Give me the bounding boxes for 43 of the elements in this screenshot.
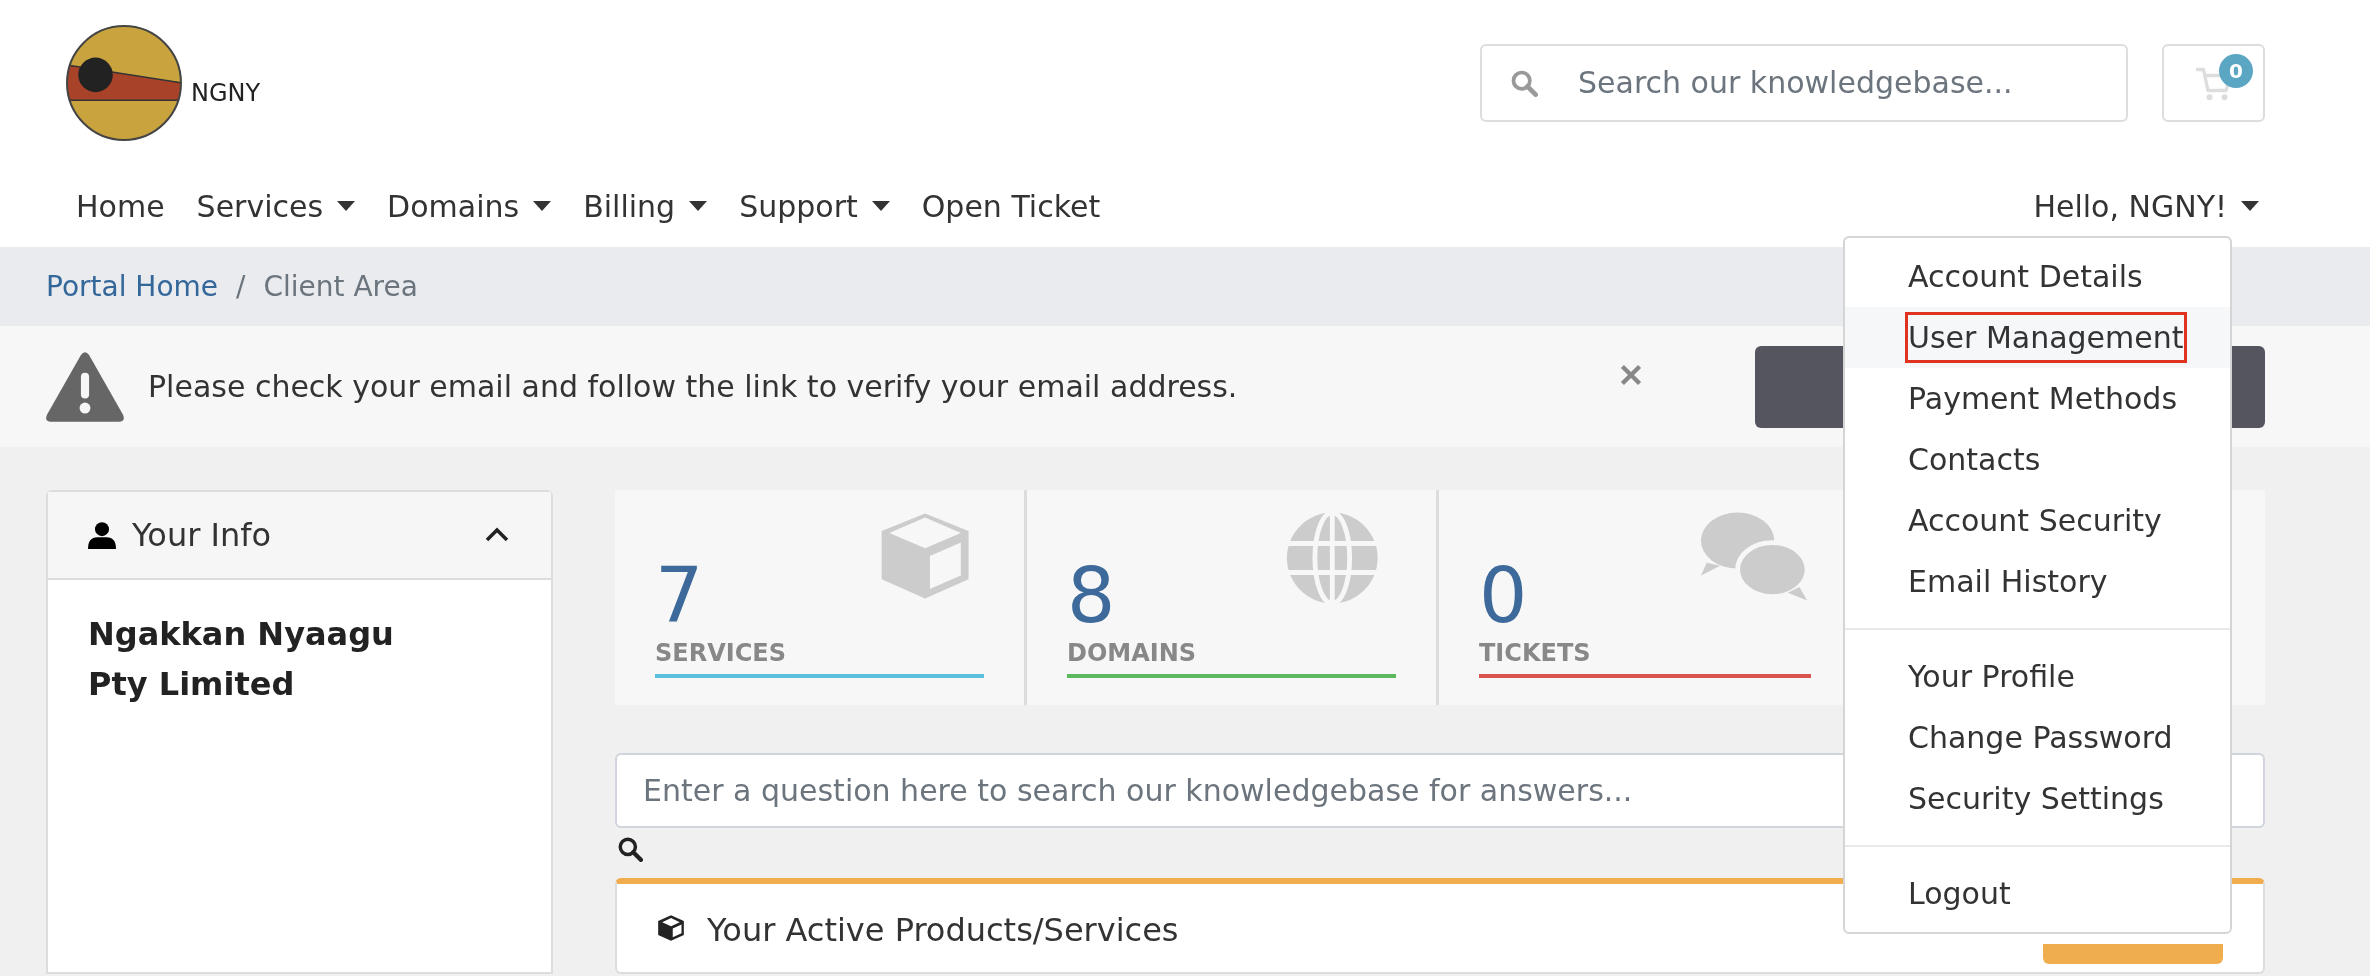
caret-icon	[533, 201, 552, 211]
user-menu-toggle[interactable]: Hello, NGNY!	[2017, 183, 2275, 229]
warning-icon	[44, 350, 126, 423]
dropdown-item[interactable]: User Management	[1845, 307, 2230, 368]
caret-icon	[2241, 201, 2259, 211]
stat-tile[interactable]: 7 SERVICES	[615, 490, 1027, 705]
breadcrumb-separator: /	[236, 268, 246, 305]
caret-icon	[337, 201, 356, 211]
dropdown-item[interactable]: Security Settings	[1845, 768, 2230, 829]
nav-link[interactable]: Billing	[567, 183, 724, 229]
panel-title: Your Active Products/Services	[707, 910, 1179, 951]
stat-count: 8	[1067, 558, 1116, 634]
sidebar-title: Your Info	[132, 515, 273, 556]
search-field[interactable]: Search our knowledgebase...	[1480, 43, 2128, 122]
cart-count-badge: 0	[2219, 53, 2253, 88]
caret-icon	[689, 201, 708, 211]
nav-link[interactable]: Domains	[371, 183, 568, 229]
user-icon	[88, 521, 116, 549]
dropdown-item[interactable]: Payment Methods	[1845, 368, 2230, 429]
stat-count: 0	[1479, 558, 1528, 634]
stat-tile[interactable]: 8 DOMAINS	[1027, 490, 1439, 705]
box-icon	[657, 914, 685, 942]
search-icon[interactable]	[617, 836, 643, 862]
stat-label: TICKETS	[1479, 638, 1591, 669]
dropdown-item[interactable]: Logout	[1845, 863, 2230, 924]
breadcrumb-link[interactable]: Portal Home	[46, 265, 219, 308]
stat-count: 7	[655, 558, 704, 634]
nav-link[interactable]: Open Ticket	[905, 183, 1117, 229]
company-name: Ngakkan Nyaagu Pty Limited	[88, 614, 395, 705]
search-icon	[1510, 68, 1538, 97]
stat-label: DOMAINS	[1067, 638, 1197, 669]
breadcrumb-current: Client Area	[263, 268, 418, 305]
chevron-icon[interactable]	[483, 526, 511, 544]
nav-link[interactable]: Services	[180, 183, 372, 229]
dropdown-item[interactable]: Contacts	[1845, 429, 2230, 490]
caret-icon	[871, 201, 890, 211]
nav-link[interactable]: Home	[60, 183, 181, 229]
logo-text: NGNY	[191, 77, 261, 109]
dropdown-item[interactable]: Account Details	[1845, 246, 2230, 307]
stat-label: SERVICES	[655, 638, 786, 669]
close-icon[interactable]	[1620, 364, 1642, 386]
alert-message: Please check your email and follow the link to verify your email address.	[148, 368, 1238, 406]
nav-link[interactable]: Support	[723, 183, 906, 229]
